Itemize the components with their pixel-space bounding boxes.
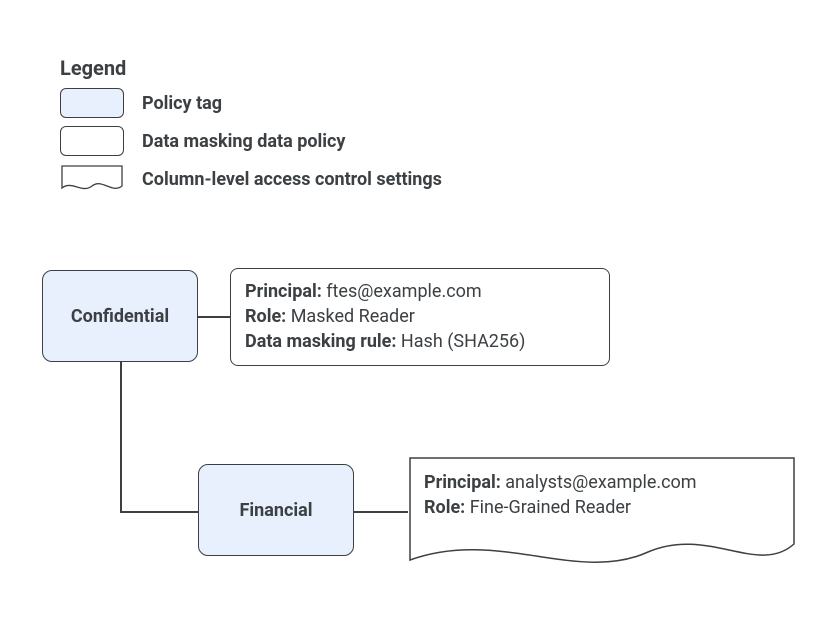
legend-swatch-policy-tag-icon: [60, 88, 124, 118]
policy-tag-confidential: Confidential: [42, 270, 198, 362]
legend-swatch-clac-icon: [60, 164, 124, 194]
policy-tag-label: Confidential: [71, 306, 169, 327]
legend-row-policy-tag: Policy tag: [60, 88, 222, 118]
policy-tag-financial: Financial: [198, 464, 354, 556]
policy-role-row: Role: Masked Reader: [245, 304, 595, 329]
data-masking-policy-card: Principal: ftes@example.com Role: Masked…: [230, 268, 610, 366]
policy-principal-row: Principal: ftes@example.com: [245, 279, 595, 304]
connector-line: [120, 362, 122, 512]
legend-row-clac: Column-level access control settings: [60, 164, 442, 194]
legend-label: Column-level access control settings: [142, 169, 442, 190]
clac-role-row: Role: Fine-Grained Reader: [424, 495, 697, 520]
policy-tag-label: Financial: [240, 500, 313, 521]
policy-rule-row: Data masking rule: Hash (SHA256): [245, 329, 595, 354]
connector-line: [354, 511, 408, 513]
connector-line: [198, 316, 230, 318]
clac-principal-row: Principal: analysts@example.com: [424, 470, 697, 495]
legend-label: Data masking data policy: [142, 131, 345, 152]
legend-title: Legend: [60, 56, 126, 80]
legend-swatch-data-policy-icon: [60, 126, 124, 156]
legend-row-data-policy: Data masking data policy: [60, 126, 345, 156]
legend-label: Policy tag: [142, 93, 222, 114]
connector-line: [120, 511, 198, 513]
column-level-access-control-card: Principal: analysts@example.com Role: Fi…: [408, 456, 796, 576]
